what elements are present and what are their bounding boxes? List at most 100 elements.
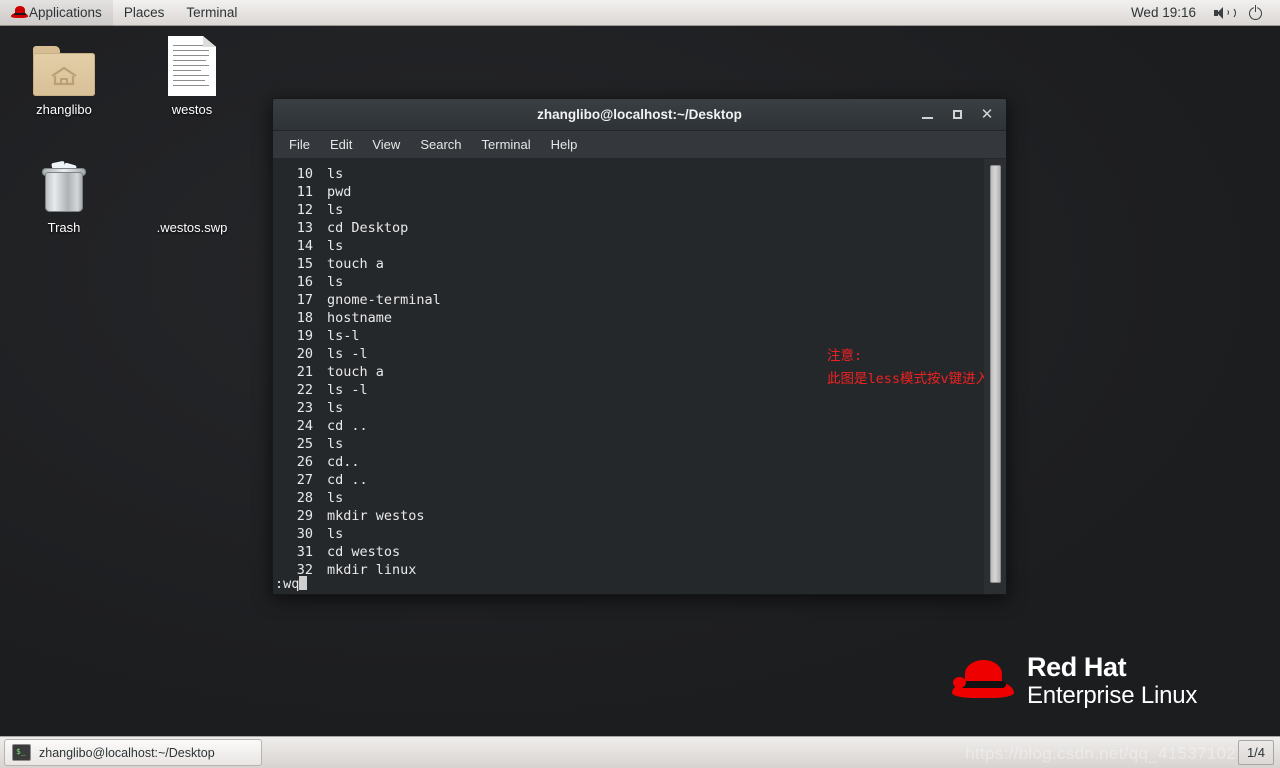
terminal-history-row: 31 cd westos: [273, 543, 984, 561]
history-line-number: 25: [296, 436, 313, 452]
text-document-icon: [136, 152, 248, 214]
history-command: ls -l: [327, 346, 368, 362]
history-line-number: 26: [296, 454, 313, 470]
maximize-button[interactable]: [944, 103, 970, 127]
history-command: pwd: [327, 184, 352, 200]
history-line-number: 16: [296, 274, 313, 290]
history-line-number: 13: [296, 220, 313, 236]
history-line-number: 20: [296, 346, 313, 362]
history-command: ls: [327, 238, 344, 254]
top-panel: Applications Places Terminal Wed 19:16: [0, 0, 1280, 26]
taskbar-item-terminal[interactable]: $_ zhanglibo@localhost:~/Desktop: [4, 739, 262, 766]
history-line-number: 21: [296, 364, 313, 380]
history-line-number: 31: [296, 544, 313, 560]
desktop-icon-westos-swp[interactable]: .westos.swp: [136, 152, 248, 235]
applications-menu[interactable]: Applications: [0, 0, 113, 26]
history-command: ls: [327, 526, 344, 542]
terminal-menu-bar: File Edit View Search Terminal Help: [273, 131, 1006, 159]
menu-file[interactable]: File: [279, 131, 320, 159]
terminal-history-row: 29 mkdir westos: [273, 507, 984, 525]
history-command: mkdir westos: [327, 508, 425, 524]
terminal-history-row: 23 ls: [273, 399, 984, 417]
volume-icon: [1214, 6, 1236, 20]
text-cursor: [299, 576, 308, 590]
close-icon: ✕: [980, 105, 994, 123]
terminal-history-row: 24 cd ..: [273, 417, 984, 435]
minimize-button[interactable]: [914, 103, 940, 127]
desktop-icon-trash[interactable]: Trash: [8, 152, 120, 235]
history-command: touch a: [327, 256, 384, 272]
terminal-scrollbar-thumb[interactable]: [990, 165, 1001, 583]
terminal-menu[interactable]: Terminal: [175, 0, 248, 26]
desktop-icon-label: zhanglibo: [36, 102, 92, 117]
desktop-icon-label: .westos.swp: [156, 220, 228, 235]
house-glyph: [51, 66, 77, 86]
terminal-history-row: 18 hostname: [273, 309, 984, 327]
window-controls: ✕: [914, 103, 1006, 127]
history-command: cd westos: [327, 544, 401, 560]
terminal-history-row: 17 gnome-terminal: [273, 291, 984, 309]
maximize-icon: [952, 110, 962, 119]
history-line-number: 23: [296, 400, 313, 416]
menu-edit[interactable]: Edit: [320, 131, 362, 159]
applications-menu-label: Applications: [29, 4, 102, 20]
desktop-icon-label: Trash: [47, 220, 81, 235]
history-line-number: 10: [296, 166, 313, 182]
history-line-number: 22: [296, 382, 313, 398]
vim-status-line: :wq: [273, 574, 984, 594]
volume-button[interactable]: [1205, 0, 1240, 26]
desktop-icon-westos[interactable]: westos: [136, 34, 248, 117]
taskbar-item-label: zhanglibo@localhost:~/Desktop: [39, 745, 215, 760]
history-line-number: 18: [296, 310, 313, 326]
terminal-history-row: 13 cd Desktop: [273, 219, 984, 237]
menu-help[interactable]: Help: [541, 131, 588, 159]
status-line-text: :wq: [275, 576, 300, 592]
terminal-window[interactable]: zhanglibo@localhost:~/Desktop ✕ File Edi…: [272, 98, 1007, 595]
terminal-history-row: 27 cd ..: [273, 471, 984, 489]
terminal-history-row: 16 ls: [273, 273, 984, 291]
history-command: cd Desktop: [327, 220, 409, 236]
terminal-history-row: 14 ls: [273, 237, 984, 255]
history-command: ls: [327, 202, 344, 218]
home-folder-icon: [8, 34, 120, 96]
terminal-content-area[interactable]: 10 ls 11 pwd 12 ls 13 cd Desktop 14 ls 15 touch a 16…: [273, 159, 1006, 594]
text-document-icon: [136, 34, 248, 96]
terminal-history-row: 30 ls: [273, 525, 984, 543]
terminal-history-row: 11 pwd: [273, 183, 984, 201]
terminal-scrollbar[interactable]: [984, 159, 1006, 594]
trash-icon: [8, 152, 120, 214]
terminal-title-bar[interactable]: zhanglibo@localhost:~/Desktop ✕: [273, 99, 1006, 131]
history-line-number: 30: [296, 526, 313, 542]
history-command: cd ..: [327, 472, 368, 488]
desktop-icon-label: westos: [171, 102, 213, 117]
places-menu[interactable]: Places: [113, 0, 176, 26]
menu-search[interactable]: Search: [410, 131, 471, 159]
workspace-indicator[interactable]: 1/4: [1238, 740, 1274, 765]
terminal-history-row: 12 ls: [273, 201, 984, 219]
history-command: ls: [327, 274, 344, 290]
terminal-history-row: 19 ls-l: [273, 327, 984, 345]
close-button[interactable]: ✕: [974, 103, 1000, 127]
history-command: ls: [327, 400, 344, 416]
power-icon: [1249, 4, 1263, 20]
menu-view[interactable]: View: [362, 131, 410, 159]
power-button[interactable]: [1240, 0, 1272, 26]
redhat-fedora-icon: [11, 6, 28, 19]
history-line-number: 12: [296, 202, 313, 218]
clock[interactable]: Wed 19:16: [1122, 0, 1205, 26]
terminal-icon: $_: [12, 744, 31, 761]
desktop-icon-zhanglibo[interactable]: zhanglibo: [8, 34, 120, 117]
history-line-number: 15: [296, 256, 313, 272]
history-line-number: 28: [296, 490, 313, 506]
history-command: ls: [327, 490, 344, 506]
terminal-history-row: 26 cd..: [273, 453, 984, 471]
history-command: hostname: [327, 310, 393, 326]
history-command: ls: [327, 436, 344, 452]
top-panel-right: Wed 19:16: [1122, 0, 1280, 26]
terminal-title: zhanglibo@localhost:~/Desktop: [537, 107, 742, 122]
annotation-top: 注意: 此图是less模式按v键进入vim界面: [827, 348, 1006, 387]
menu-terminal[interactable]: Terminal: [472, 131, 541, 159]
history-line-number: 17: [296, 292, 313, 308]
history-command: ls: [327, 166, 344, 182]
watermark: https://blog.csdn.net/qq_41537102: [965, 744, 1236, 763]
